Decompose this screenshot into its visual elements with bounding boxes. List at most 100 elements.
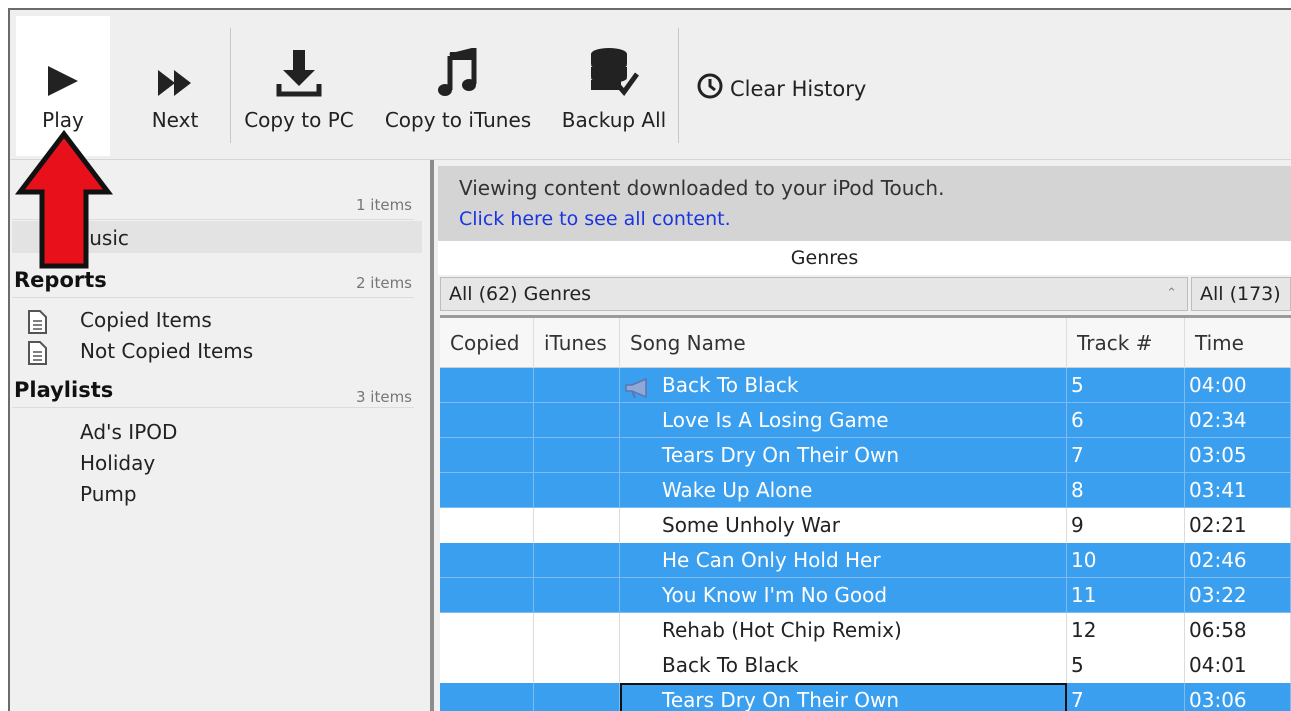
table-row[interactable]: He Can Only Hold Her 10 02:46 [440, 543, 1291, 578]
toolbar-divider [230, 28, 231, 143]
download-icon [275, 16, 323, 108]
time-cell: 06:58 [1185, 613, 1291, 648]
track-cell: 11 [1067, 578, 1185, 613]
copied-cell [440, 578, 534, 613]
backup-all-button[interactable]: Backup All [550, 16, 678, 156]
time-cell: 03:06 [1185, 683, 1291, 711]
document-icon [26, 309, 48, 339]
track-cell: 5 [1067, 648, 1185, 683]
table-row[interactable]: Tears Dry On Their Own 7 03:05 [440, 438, 1291, 473]
time-cell: 03:22 [1185, 578, 1291, 613]
itunes-cell [534, 683, 620, 711]
time-cell-text: 03:41 [1189, 478, 1247, 502]
genre-selector[interactable]: All (62) Genres ⌃ [440, 277, 1188, 311]
track-cell: 10 [1067, 543, 1185, 578]
track-cell-text: 7 [1071, 688, 1084, 711]
table-row[interactable]: Love Is A Losing Game 6 02:34 [440, 403, 1291, 438]
itunes-cell [534, 543, 620, 578]
time-cell: 02:46 [1185, 543, 1291, 578]
time-cell: 02:34 [1185, 403, 1291, 438]
column-header-itunes[interactable]: iTunes [534, 318, 620, 368]
copy-to-itunes-button[interactable]: Copy to iTunes [370, 16, 546, 156]
track-cell: 12 [1067, 613, 1185, 648]
copied-cell [440, 683, 534, 711]
sidebar-item-playlist[interactable]: Holiday [80, 451, 155, 475]
next-button[interactable]: Next [125, 16, 225, 156]
copied-cell [440, 368, 534, 403]
copied-cell [440, 473, 534, 508]
song-name-text: Back To Black [662, 653, 799, 677]
banner-text: Viewing content downloaded to your iPod … [459, 176, 945, 200]
table-row[interactable]: Back To Black 5 04:01 [440, 648, 1291, 683]
itunes-cell [534, 473, 620, 508]
column-header-copied[interactable]: Copied [440, 318, 534, 368]
time-cell-text: 03:05 [1189, 443, 1247, 467]
copied-cell [440, 648, 534, 683]
copy-to-pc-label: Copy to PC [244, 108, 354, 132]
playlists-section-header: Playlists 3 items [12, 378, 414, 408]
copied-cell [440, 543, 534, 578]
see-all-content-link[interactable]: Click here to see all content. [459, 208, 731, 230]
song-name-cell: Love Is A Losing Game [620, 403, 1067, 438]
table-header: Copied iTunes Song Name Track # Time [440, 318, 1291, 368]
now-playing-icon [624, 375, 654, 402]
table-row[interactable]: Some Unholy War 9 02:21 [440, 508, 1291, 543]
song-name-cell: Rehab (Hot Chip Remix) [620, 613, 1067, 648]
table-row[interactable]: Wake Up Alone 8 03:41 [440, 473, 1291, 508]
song-name-text: You Know I'm No Good [662, 583, 888, 607]
toolbar: Play Next Copy to PC Copy to iTunes Back… [10, 10, 1291, 160]
database-check-icon [589, 16, 639, 108]
itunes-cell [534, 613, 620, 648]
reports-count: 2 items [355, 274, 412, 292]
time-cell: 03:41 [1185, 473, 1291, 508]
clear-history-button[interactable]: Clear History [696, 72, 866, 105]
column-header-song-name[interactable]: Song Name [620, 318, 1067, 368]
song-name-text: Tears Dry On Their Own [662, 443, 900, 467]
song-name-cell: Tears Dry On Their Own [620, 683, 1067, 711]
table-row[interactable]: You Know I'm No Good 11 03:22 [440, 578, 1291, 613]
track-cell-text: 5 [1071, 373, 1084, 397]
sidebar-item-playlist[interactable]: Ad's IPOD [80, 420, 177, 444]
second-filter-selector[interactable]: All (173) [1191, 277, 1291, 311]
copied-cell [440, 508, 534, 543]
song-name-text: He Can Only Hold Her [662, 548, 881, 572]
time-cell: 04:00 [1185, 368, 1291, 403]
time-cell-text: 04:00 [1189, 373, 1247, 397]
clock-icon [696, 72, 724, 105]
playlists-count: 3 items [355, 388, 412, 406]
time-cell: 04:01 [1185, 648, 1291, 683]
song-name-cell: Back To Black [620, 368, 1067, 403]
song-name-text: Wake Up Alone [662, 478, 813, 502]
track-cell: 8 [1067, 473, 1185, 508]
playlists-title: Playlists [14, 378, 114, 402]
sidebar-item-not-copied-items[interactable]: Not Copied Items [80, 339, 253, 363]
device-count: 1 items [355, 196, 412, 214]
red-arrow-annotation [14, 129, 114, 274]
next-icon [156, 16, 194, 108]
sidebar-item-playlist[interactable]: Pump [80, 482, 137, 506]
track-cell-text: 12 [1071, 618, 1097, 642]
song-name-cell: Wake Up Alone [620, 473, 1067, 508]
spinner-arrows-icon: ⌃ [1166, 286, 1177, 301]
song-name-cell: Tears Dry On Their Own [620, 438, 1067, 473]
column-header-track[interactable]: Track # [1067, 318, 1185, 368]
time-cell-text: 02:21 [1189, 513, 1247, 537]
backup-all-label: Backup All [561, 108, 667, 132]
itunes-cell [534, 508, 620, 543]
time-cell-text: 04:01 [1189, 653, 1247, 677]
table-row[interactable]: Rehab (Hot Chip Remix) 12 06:58 [440, 613, 1291, 648]
column-header-time[interactable]: Time [1185, 318, 1291, 368]
song-name-text: Love Is A Losing Game [662, 408, 889, 432]
track-cell-text: 7 [1071, 443, 1084, 467]
song-name-text: Some Unholy War [662, 513, 841, 537]
table-row[interactable]: Tears Dry On Their Own 7 03:06 [440, 683, 1291, 711]
time-cell-text: 02:46 [1189, 548, 1247, 572]
copy-to-itunes-label: Copy to iTunes [384, 108, 532, 132]
music-note-icon [438, 16, 478, 108]
sidebar-item-copied-items[interactable]: Copied Items [80, 308, 212, 332]
genre-selector-value: All (62) Genres [449, 283, 592, 305]
copy-to-pc-button[interactable]: Copy to PC [232, 16, 366, 156]
table-row[interactable]: Back To Black 5 04:00 [440, 368, 1291, 403]
songs-table: Copied iTunes Song Name Track # Time Bac… [440, 315, 1291, 711]
track-cell: 7 [1067, 438, 1185, 473]
